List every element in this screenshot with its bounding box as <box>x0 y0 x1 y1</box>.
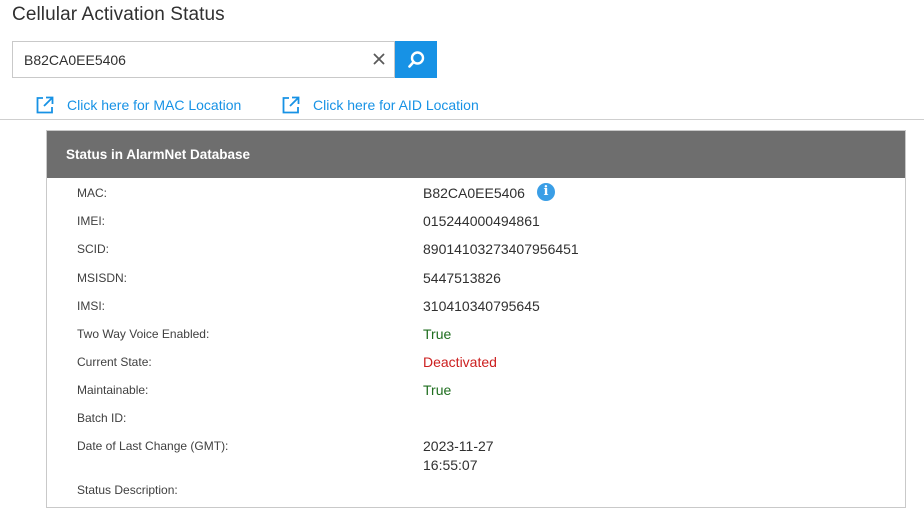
mac-location-label[interactable]: Click here for MAC Location <box>67 97 241 113</box>
search-input[interactable] <box>13 42 363 77</box>
info-icon[interactable]: i <box>536 183 555 202</box>
maintainable-value: True <box>423 382 452 398</box>
last-change-date: 2023-11-27 <box>423 438 494 454</box>
status-panel: Status in AlarmNet Database MAC: B82CA0E… <box>46 130 906 508</box>
location-links: Click here for MAC Location Click here f… <box>0 95 924 117</box>
last-change-time: 16:55:07 <box>423 457 478 473</box>
search-icon <box>408 50 425 68</box>
mac-value-text: B82CA0EE5406 <box>423 185 525 201</box>
imsi-value: 310410340795645 <box>423 298 540 314</box>
scid-value: 89014103273407956451 <box>423 241 579 257</box>
imei-label: IMEI: <box>77 214 106 228</box>
two-way-voice-label: Two Way Voice Enabled: <box>77 327 210 341</box>
current-state-value: Deactivated <box>423 354 497 370</box>
msisdn-label: MSISDN: <box>77 271 128 285</box>
search-box <box>12 41 395 78</box>
mac-label: MAC: <box>77 186 107 200</box>
imei-value: 015244000494861 <box>423 213 540 229</box>
current-state-label: Current State: <box>77 355 152 369</box>
last-change-value: 2023-11-27 16:55:07 <box>423 437 494 475</box>
maintainable-label: Maintainable: <box>77 383 149 397</box>
two-way-voice-value: True <box>423 326 452 342</box>
batch-id-label: Batch ID: <box>77 411 127 425</box>
external-link-icon <box>281 95 301 115</box>
last-change-label: Date of Last Change (GMT): <box>77 439 229 453</box>
panel-header: Status in AlarmNet Database <box>47 131 905 178</box>
status-description-label: Status Description: <box>77 483 178 497</box>
close-icon[interactable] <box>371 50 387 68</box>
scid-label: SCID: <box>77 242 110 256</box>
external-link-icon <box>35 95 55 115</box>
msisdn-value: 5447513826 <box>423 270 501 286</box>
page-title: Cellular Activation Status <box>12 4 225 25</box>
aid-location-label[interactable]: Click here for AID Location <box>313 97 479 113</box>
search-button[interactable] <box>395 41 437 78</box>
mac-location-link[interactable]: Click here for MAC Location <box>35 95 241 115</box>
aid-location-link[interactable]: Click here for AID Location <box>281 95 479 115</box>
divider <box>0 119 924 120</box>
imsi-label: IMSI: <box>77 299 106 313</box>
mac-value: B82CA0EE5406 i <box>423 183 555 203</box>
